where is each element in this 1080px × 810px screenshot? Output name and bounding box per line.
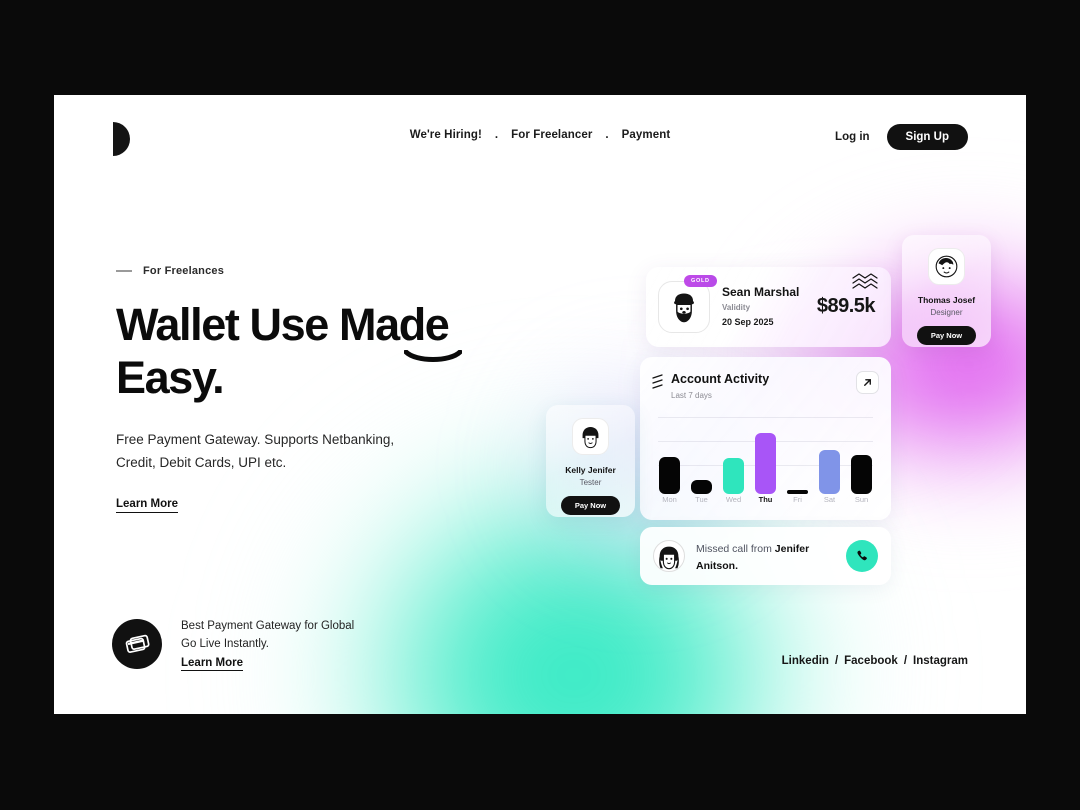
nav-separator: . xyxy=(605,129,609,141)
promo-learn-more-link[interactable]: Learn More xyxy=(181,657,243,671)
promo-text: Best Payment Gateway for Global Go Live … xyxy=(181,617,354,671)
profile-card-name: Thomas Josef xyxy=(917,295,976,305)
bar xyxy=(691,480,712,494)
profile-card-name: Kelly Jenifer xyxy=(565,465,616,475)
bar xyxy=(787,490,808,494)
balance-card-validity-label: Validity xyxy=(722,303,751,312)
bar xyxy=(851,455,872,494)
chart-bar-fri[interactable] xyxy=(787,409,808,494)
landing-page: We're Hiring! . For Freelancer . Payment… xyxy=(54,95,1026,714)
profile-card-kelly: Kelly Jenifer Tester Pay Now xyxy=(546,405,635,517)
hero-section: For Freelances Wallet Use Made Easy. Fre… xyxy=(116,265,546,513)
pay-now-button[interactable]: Pay Now xyxy=(560,496,621,515)
chart-label-tue: Tue xyxy=(695,495,708,504)
hero-learn-more-link[interactable]: Learn More xyxy=(116,498,178,513)
squiggle-lines-icon xyxy=(652,374,663,389)
chart-bar-mon[interactable] xyxy=(659,409,680,494)
missed-call-text: Missed call from Jenifer Anitson. xyxy=(696,541,836,575)
balance-card: GOLD Sean Marshal Validity 20 Sep 2025 $… xyxy=(646,267,891,347)
page-title: Wallet Use Made Easy. xyxy=(116,298,546,404)
chart-bars xyxy=(654,409,877,494)
nav-separator: . xyxy=(494,129,499,141)
profile-card-role: Designer xyxy=(930,308,963,317)
chart-bar-sun[interactable] xyxy=(851,409,872,494)
footer-link-facebook[interactable]: Facebook xyxy=(844,655,898,667)
nav-item-hiring[interactable]: We're Hiring! xyxy=(410,129,482,141)
credit-cards-icon xyxy=(112,619,162,669)
nav-item-for-freelancer[interactable]: For Freelancer xyxy=(511,129,592,141)
dash-icon xyxy=(116,270,132,272)
profile-card-thomas: Thomas Josef Designer Pay Now xyxy=(902,235,991,347)
account-activity-title: Account Activity xyxy=(671,372,770,386)
bar xyxy=(723,458,744,494)
balance-card-validity-date: 20 Sep 2025 xyxy=(722,317,774,327)
activity-bar-chart: Mon Tue Wed Thu Fri Sat Sun xyxy=(654,409,877,514)
hero-title-line1: Wallet Use Made xyxy=(116,299,450,350)
footer-social-links: Linkedin / Facebook / Instagram xyxy=(782,655,968,667)
wave-lines-icon xyxy=(852,273,878,289)
bar xyxy=(755,433,776,494)
missed-call-card: Missed call from Jenifer Anitson. xyxy=(640,527,891,585)
balance-card-amount: $89.5k xyxy=(816,295,876,317)
chart-bar-thu[interactable] xyxy=(755,409,776,494)
bar xyxy=(659,457,680,494)
promo-line-2: Go Live Instantly. xyxy=(181,638,269,650)
footer-separator: / xyxy=(834,655,839,667)
chart-label-fri: Fri xyxy=(793,495,802,504)
signup-button[interactable]: Sign Up xyxy=(886,124,968,150)
person-avatar xyxy=(928,248,965,285)
nav-item-payment[interactable]: Payment xyxy=(622,129,671,141)
account-activity-card: Account Activity Last 7 days Mon Tue Wed Th… xyxy=(640,357,891,520)
auth-actions: Log in Sign Up xyxy=(835,124,968,150)
arrow-up-right-icon[interactable] xyxy=(856,371,879,394)
status-badge: GOLD xyxy=(684,275,717,287)
screenshot-frame: We're Hiring! . For Freelancer . Payment… xyxy=(0,0,1080,810)
account-activity-subtitle: Last 7 days xyxy=(671,391,712,400)
login-link[interactable]: Log in xyxy=(835,131,870,143)
promo-line-1: Best Payment Gateway for Global xyxy=(181,620,355,632)
chart-label-mon: Mon xyxy=(662,495,677,504)
balance-card-name: Sean Marshal xyxy=(722,285,800,299)
site-header: We're Hiring! . For Freelancer . Payment… xyxy=(54,95,1026,185)
pay-now-button[interactable]: Pay Now xyxy=(916,326,977,345)
missed-call-prefix: Missed call from xyxy=(696,543,775,555)
bar xyxy=(819,450,840,494)
footer-link-instagram[interactable]: Instagram xyxy=(913,655,968,667)
promo-block: Best Payment Gateway for Global Go Live … xyxy=(112,617,354,671)
hero-eyebrow: For Freelances xyxy=(116,265,546,277)
profile-card-role: Tester xyxy=(579,478,602,487)
chart-label-thu: Thu xyxy=(758,495,773,504)
chart-bar-sat[interactable] xyxy=(819,409,840,494)
woman-avatar xyxy=(653,540,685,572)
chart-label-wed: Wed xyxy=(725,495,742,504)
chart-bar-wed[interactable] xyxy=(723,409,744,494)
chart-label-sat: Sat xyxy=(823,495,836,504)
hero-title-line2: Easy. xyxy=(116,352,225,403)
hero-subtitle: Free Payment Gateway. Supports Netbankin… xyxy=(116,432,395,470)
phone-icon[interactable] xyxy=(846,540,878,572)
chart-bar-tue[interactable] xyxy=(691,409,712,494)
person-avatar xyxy=(572,418,609,455)
footer-link-linkedin[interactable]: Linkedin xyxy=(782,655,829,667)
hero-eyebrow-label: For Freelances xyxy=(143,265,225,277)
chart-label-sun: Sun xyxy=(854,495,869,504)
chart-x-axis-labels: Mon Tue Wed Thu Fri Sat Sun xyxy=(654,495,877,504)
footer-separator: / xyxy=(903,655,908,667)
smile-underline-icon xyxy=(404,350,462,362)
bearded-man-avatar xyxy=(658,281,710,333)
